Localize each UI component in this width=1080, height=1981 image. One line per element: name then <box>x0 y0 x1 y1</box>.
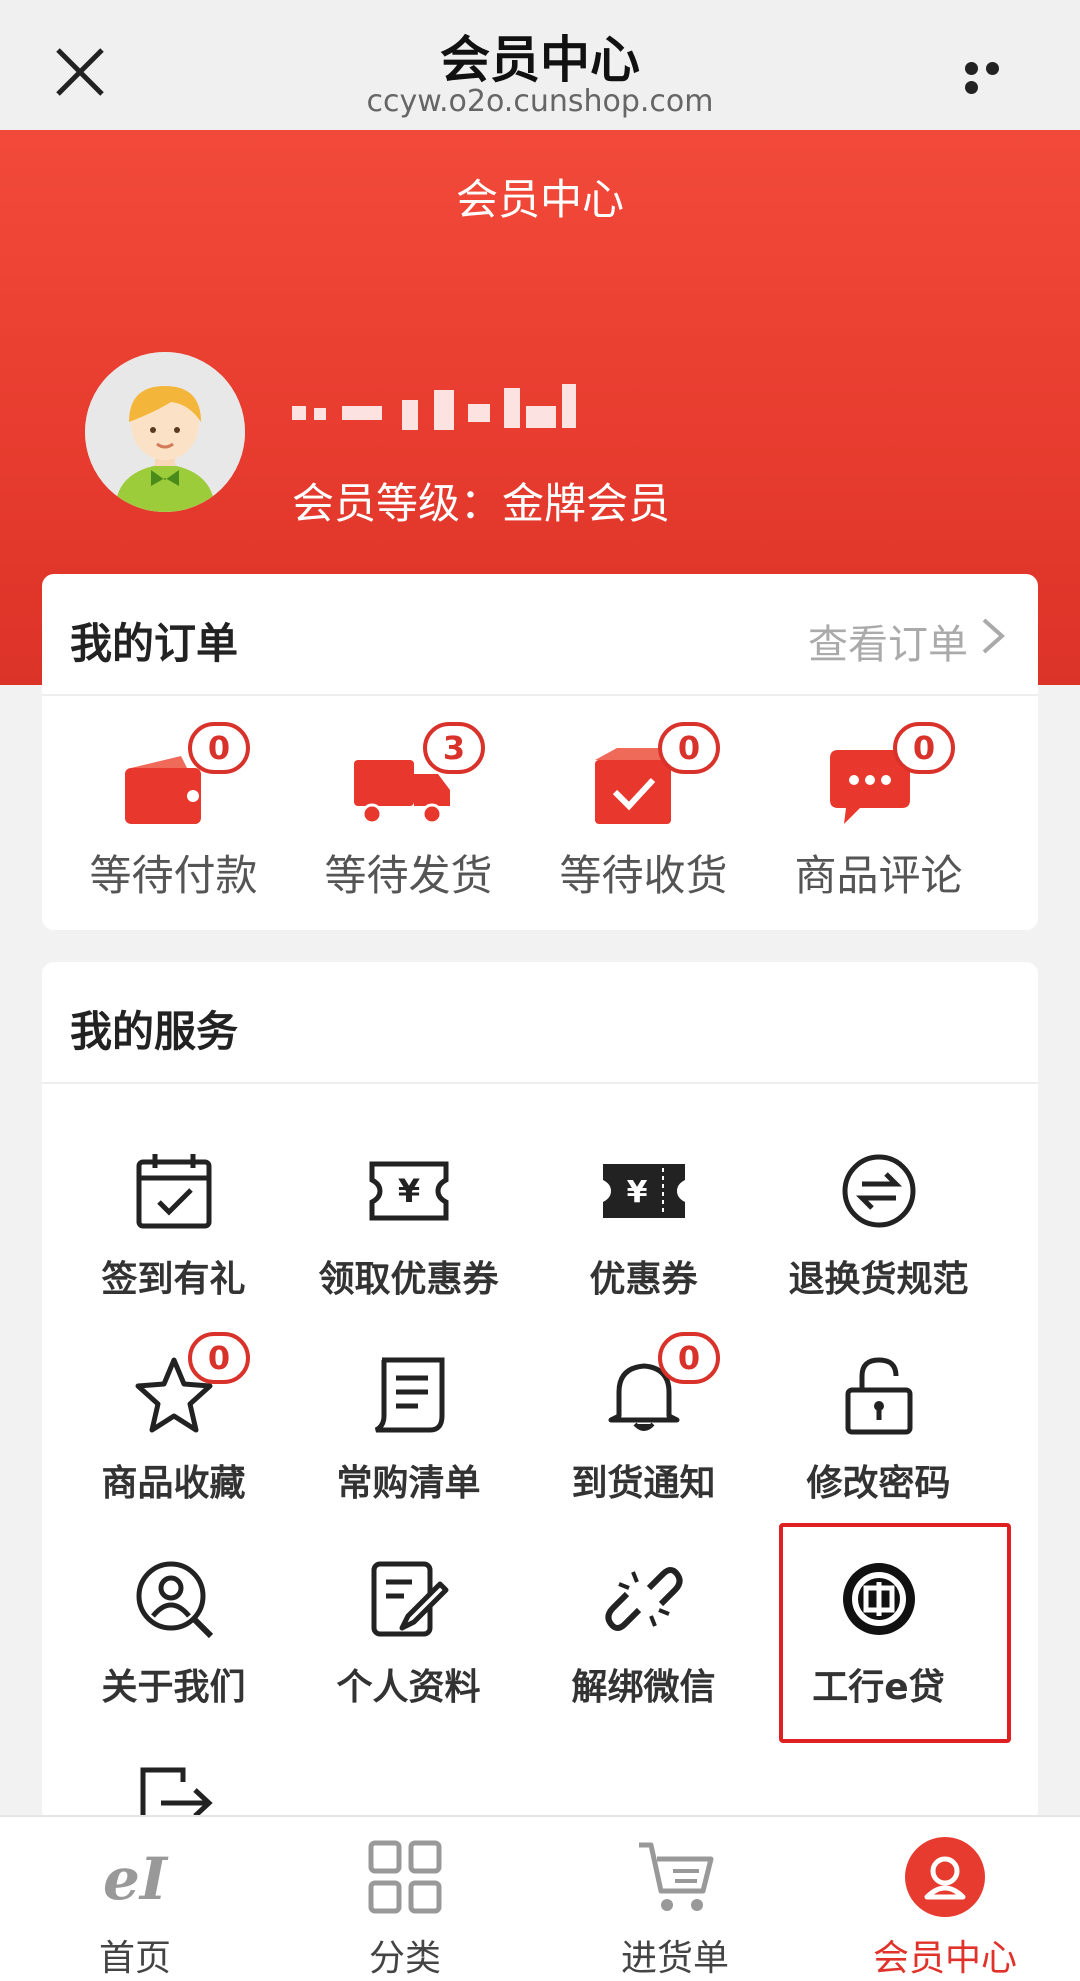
service-coupons[interactable]: ¥ 优惠券 <box>526 1150 761 1350</box>
page-title: 会员中心 <box>455 175 624 224</box>
notice-count-badge: 0 <box>658 1332 720 1384</box>
service-label: 领取优惠券 <box>318 1259 499 1300</box>
username-blurred <box>292 380 582 440</box>
tab-home[interactable]: eI 首页 <box>0 1817 270 1981</box>
lock-icon <box>845 1357 913 1435</box>
order-status-label: 等待发货 <box>324 851 493 900</box>
order-count-badge: 3 <box>423 722 485 774</box>
svg-text:eI: eI <box>103 1845 169 1913</box>
services-header: 我的服务 <box>42 962 1038 1084</box>
order-status-row: 0 等待付款 3 等待发货 0 等待收货 0 商品评论 <box>42 696 1038 930</box>
svg-text:¥: ¥ <box>627 1175 648 1210</box>
services-heading: 我的服务 <box>70 1007 239 1056</box>
order-count-badge: 0 <box>658 722 720 774</box>
cart-icon <box>639 1842 714 1911</box>
service-return-policy[interactable]: 退换货规范 <box>761 1150 996 1350</box>
service-favorites[interactable]: 0 商品收藏 <box>56 1332 291 1554</box>
browser-url: ccyw.o2o.cunshop.com <box>366 84 714 119</box>
service-unbind-wechat[interactable]: 解绑微信 <box>526 1558 761 1758</box>
coupon-outline-icon: ¥ <box>369 1161 449 1221</box>
favorites-count-badge: 0 <box>188 1332 250 1384</box>
orders-card: 我的订单 查看订单 0 等待付款 3 等待发货 0 等待收货 0 商品评论 <box>42 574 1038 930</box>
calendar-check-icon <box>136 1154 212 1229</box>
service-frequent-list[interactable]: 常购清单 <box>291 1354 526 1554</box>
highlight-box <box>779 1523 1011 1743</box>
order-status-pending-shipment[interactable]: 3 等待发货 <box>291 696 526 930</box>
tab-label: 会员中心 <box>872 1938 1017 1979</box>
order-status-pending-payment[interactable]: 0 等待付款 <box>56 696 291 930</box>
order-status-label: 等待付款 <box>89 851 258 900</box>
tab-label: 分类 <box>368 1938 441 1979</box>
bottom-tab-bar: eI 首页 分类 进货单 会员中心 <box>0 1815 1080 1981</box>
logout-icon <box>140 1767 213 1822</box>
member-icon <box>905 1837 985 1917</box>
service-label: 优惠券 <box>589 1259 698 1300</box>
service-profile[interactable]: 个人资料 <box>291 1558 526 1758</box>
service-label: 常购清单 <box>336 1463 481 1504</box>
home-logo-icon: eI <box>103 1845 169 1913</box>
service-checkin[interactable]: 签到有礼 <box>56 1150 291 1350</box>
tab-category[interactable]: 分类 <box>270 1817 540 1981</box>
coupon-filled-icon: ¥ <box>603 1164 685 1218</box>
service-about-us[interactable]: 关于我们 <box>56 1558 291 1758</box>
scroll-list-icon <box>374 1357 445 1433</box>
view-orders-link[interactable]: 查看订单 <box>808 612 968 670</box>
service-arrival-notice[interactable]: 0 到货通知 <box>526 1332 761 1554</box>
member-level: 会员等级：金牌会员 <box>292 479 671 528</box>
order-status-review[interactable]: 0 商品评论 <box>761 696 996 930</box>
browser-bar: 会员中心 ccyw.o2o.cunshop.com <box>0 0 1080 130</box>
browser-title: 会员中心 <box>440 31 640 89</box>
chevron-right-icon[interactable] <box>978 616 1008 656</box>
service-get-coupon[interactable]: ¥ 领取优惠券 <box>291 1150 526 1350</box>
order-status-label: 等待收货 <box>559 851 728 900</box>
service-label: 关于我们 <box>101 1667 246 1708</box>
service-label: 签到有礼 <box>101 1259 246 1300</box>
grid-icon <box>368 1840 442 1914</box>
tab-label: 进货单 <box>620 1938 729 1979</box>
tab-label: 首页 <box>98 1938 171 1979</box>
orders-header: 我的订单 查看订单 <box>42 574 1038 696</box>
exchange-icon <box>842 1154 916 1228</box>
order-status-label: 商品评论 <box>794 851 963 900</box>
order-count-badge: 0 <box>893 722 955 774</box>
more-menu-icon[interactable] <box>965 60 1025 94</box>
tab-member-center[interactable]: 会员中心 <box>810 1817 1080 1981</box>
service-logout[interactable] <box>56 1762 291 1822</box>
svg-text:¥: ¥ <box>398 1172 420 1210</box>
avatar[interactable] <box>85 352 245 512</box>
service-label: 到货通知 <box>571 1463 716 1504</box>
service-label: 退换货规范 <box>788 1259 969 1300</box>
orders-heading: 我的订单 <box>70 619 239 668</box>
edit-profile-icon <box>371 1561 449 1637</box>
unlink-icon <box>605 1567 683 1631</box>
order-status-pending-receipt[interactable]: 0 等待收货 <box>526 696 761 930</box>
user-search-icon <box>136 1561 214 1639</box>
service-label: 解绑微信 <box>571 1667 716 1708</box>
service-label: 个人资料 <box>336 1667 481 1708</box>
order-count-badge: 0 <box>188 722 250 774</box>
tab-cart[interactable]: 进货单 <box>540 1817 810 1981</box>
service-label: 修改密码 <box>806 1463 951 1504</box>
service-label: 商品收藏 <box>101 1463 246 1504</box>
